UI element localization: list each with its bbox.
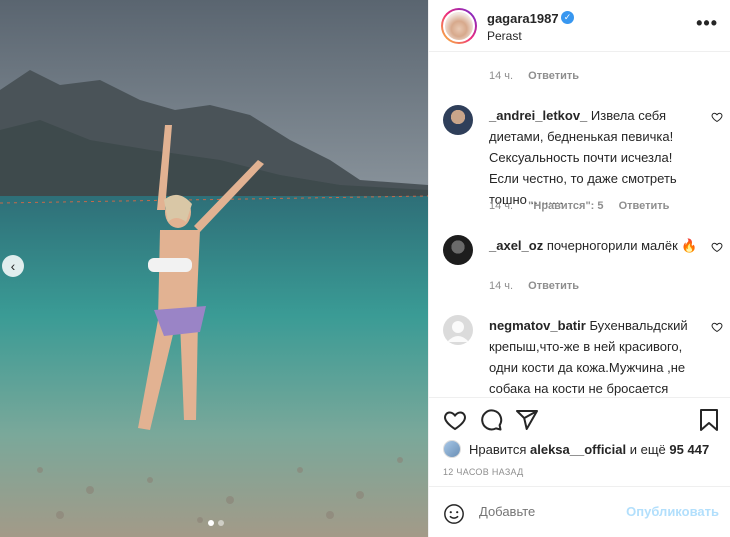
commenter-avatar[interactable] — [443, 235, 473, 265]
comment-likes[interactable]: "Нравится": 5 — [528, 200, 603, 212]
liker-avatar[interactable] — [443, 440, 461, 458]
liker-username[interactable]: aleksa__official — [530, 442, 626, 457]
comment-icon[interactable] — [479, 408, 503, 432]
comment-body: negmatov_batir Бухенвальдский крепыш,что… — [489, 315, 703, 397]
more-icon[interactable]: ••• — [696, 14, 718, 32]
comment-input[interactable] — [479, 504, 619, 519]
reply-button[interactable]: Ответить — [528, 70, 579, 82]
post-panel: gagara1987 ✓ Perast ••• 14 ч. Ответить _… — [428, 0, 730, 537]
publish-button[interactable]: Опубликовать — [626, 504, 719, 519]
carousel-dot-active — [208, 520, 214, 526]
bookmark-icon[interactable] — [697, 408, 721, 432]
comments-list: 14 ч. Ответить _andrei_letkov_ Извела се… — [429, 53, 730, 397]
comment-body: _axel_oz почерногорили малёк 🔥 — [489, 235, 703, 256]
post-photo[interactable]: ‹ — [0, 0, 428, 537]
comment-like-icon[interactable] — [711, 111, 723, 123]
post-location[interactable]: Perast — [487, 29, 522, 43]
author-avatar[interactable] — [441, 8, 477, 44]
comment-text: почерногорили малёк 🔥 — [546, 238, 698, 253]
comment-time: 14 ч. — [489, 70, 514, 82]
comment-like-icon[interactable] — [711, 241, 723, 253]
reply-button[interactable]: Ответить — [619, 200, 670, 212]
commenter-username[interactable]: _axel_oz — [489, 238, 543, 253]
likes-middle: и ещё — [629, 441, 666, 457]
likes-prefix: Нравится — [469, 441, 527, 457]
share-icon[interactable] — [515, 408, 539, 432]
carousel-prev-button[interactable]: ‹ — [2, 255, 24, 277]
comment-meta: 14 ч. Ответить — [489, 70, 579, 82]
likes-summary: Нравится aleksa__official и ещё 95 447 — [443, 440, 709, 458]
carousel-dots — [208, 520, 224, 526]
comment-meta: 14 ч. Ответить — [489, 280, 579, 292]
commenter-avatar[interactable] — [443, 105, 473, 135]
commenter-username[interactable]: _andrei_letkov_ — [489, 108, 587, 123]
likes-count[interactable]: 95 447 — [669, 442, 709, 457]
commenter-username[interactable]: negmatov_batir — [489, 318, 586, 333]
add-comment-row: Опубликовать — [429, 486, 730, 537]
heart-icon[interactable] — [443, 408, 467, 432]
comment-time: 14 ч. — [489, 280, 514, 292]
verified-icon: ✓ — [561, 11, 574, 24]
post-timestamp[interactable]: 12 ЧАСОВ НАЗАД — [443, 467, 524, 477]
post-header: gagara1987 ✓ Perast ••• — [429, 0, 730, 52]
comment-body: _andrei_letkov_ Извела себя диетами, бед… — [489, 105, 703, 210]
author-username[interactable]: gagara1987 — [487, 11, 559, 26]
action-bar: Нравится aleksa__official и ещё 95 447 1… — [429, 397, 730, 537]
reply-button[interactable]: Ответить — [528, 280, 579, 292]
emoji-icon[interactable] — [443, 503, 465, 525]
comment-time: 14 ч. — [489, 200, 514, 212]
comment-like-icon[interactable] — [711, 321, 723, 333]
carousel-dot — [218, 520, 224, 526]
commenter-avatar[interactable] — [443, 315, 473, 345]
comment-meta: 14 ч. "Нравится": 5 Ответить — [489, 200, 669, 212]
photo-scene — [0, 0, 428, 537]
